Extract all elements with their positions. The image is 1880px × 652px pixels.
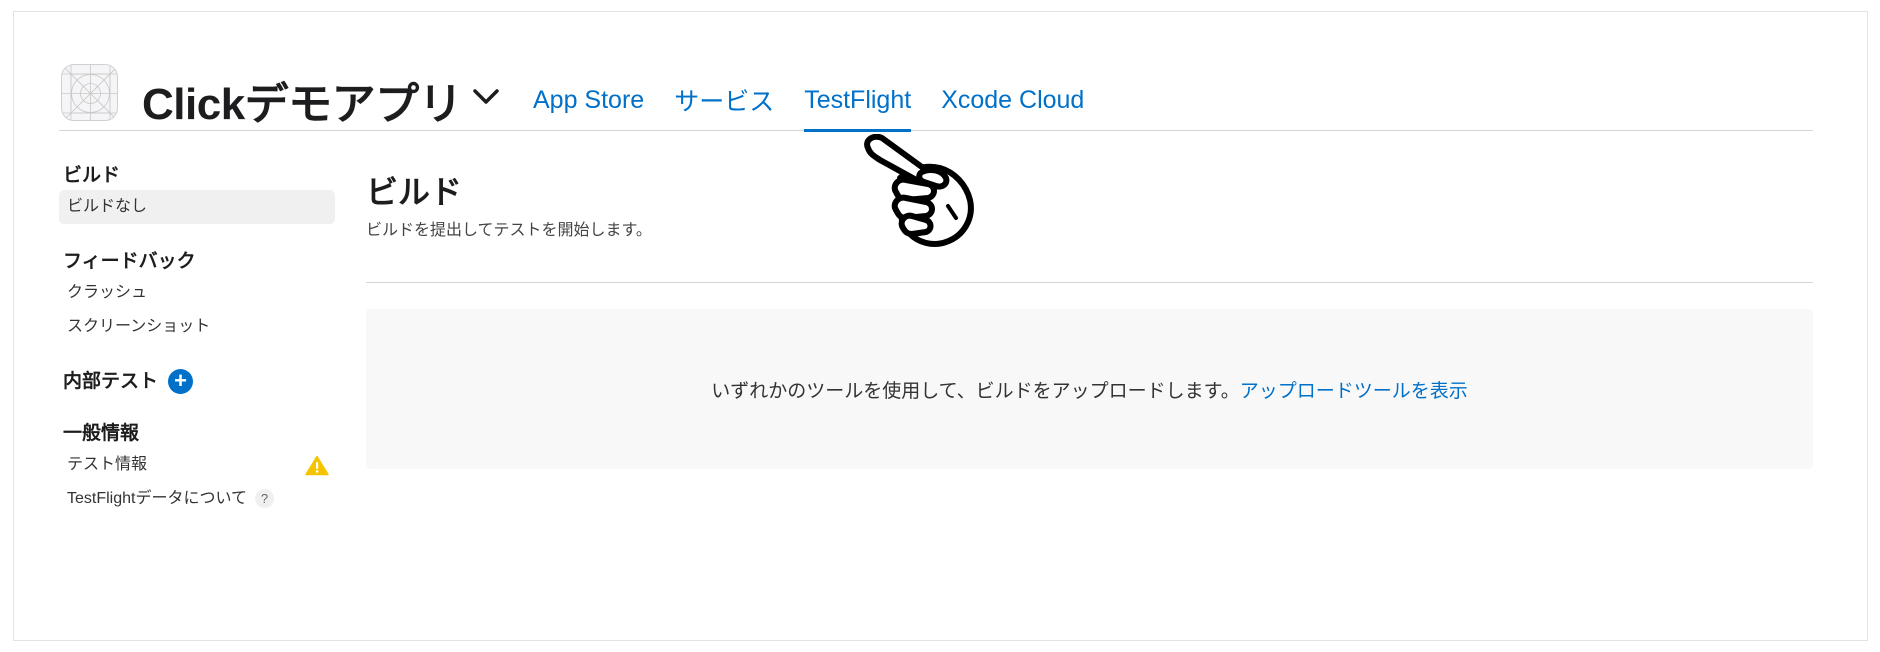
sidebar: ビルド ビルドなし フィードバック クラッシュ スクリーンショット 内部テスト +… <box>59 162 335 516</box>
page-subtitle: ビルドを提出してテストを開始します。 <box>366 222 652 239</box>
sidebar-item-no-builds[interactable]: ビルドなし <box>59 190 335 224</box>
empty-state-message: いずれかのツールを使用して、ビルドをアップロードします。 <box>711 380 1240 402</box>
help-icon[interactable]: ? <box>255 489 274 509</box>
sidebar-section-builds: ビルド <box>63 165 121 186</box>
divider <box>366 282 1813 283</box>
sidebar-section-general-info: 一般情報 <box>63 423 140 444</box>
chevron-down-icon[interactable] <box>470 85 502 107</box>
pointing-hand-icon <box>860 133 988 254</box>
tab-xcode-cloud[interactable]: Xcode Cloud <box>941 52 1084 131</box>
sidebar-item-test-info[interactable]: テスト情報 <box>59 448 335 482</box>
sidebar-section-feedback: フィードバック <box>63 251 196 272</box>
test-info-label: テスト情報 <box>67 456 148 473</box>
sidebar-item-screenshots[interactable]: スクリーンショット <box>59 310 335 344</box>
internal-testing-label: 内部テスト <box>63 371 159 392</box>
main-content: ビルド ビルドを提出してテストを開始します。 いずれかのツールを使用して、ビルド… <box>366 172 1813 469</box>
sidebar-item-crashes[interactable]: クラッシュ <box>59 276 335 310</box>
empty-state-panel: いずれかのツールを使用して、ビルドをアップロードします。 アップロードツールを表示 <box>366 309 1813 469</box>
tab-services[interactable]: サービス <box>674 52 774 131</box>
sidebar-item-about-testflight-data[interactable]: TestFlightデータについて? <box>59 482 335 516</box>
app-icon <box>61 64 118 121</box>
plus-circle-icon[interactable]: + <box>168 369 194 395</box>
tab-testflight[interactable]: TestFlight <box>804 52 911 132</box>
warning-icon <box>305 455 329 476</box>
page-title: ビルド <box>366 174 463 210</box>
app-header: Clickデモアプリ App Store サービス TestFlight Xco… <box>59 52 1813 132</box>
about-testflight-data-label: TestFlightデータについて <box>67 490 247 507</box>
sidebar-section-internal-testing: 内部テスト + <box>59 368 335 396</box>
tab-app-store[interactable]: App Store <box>533 52 644 131</box>
top-nav-tabs: App Store サービス TestFlight Xcode Cloud <box>533 52 1084 132</box>
app-frame: Clickデモアプリ App Store サービス TestFlight Xco… <box>13 11 1868 641</box>
app-name[interactable]: Clickデモアプリ <box>142 68 463 132</box>
show-upload-tools-link[interactable]: アップロードツールを表示 <box>1240 376 1468 403</box>
